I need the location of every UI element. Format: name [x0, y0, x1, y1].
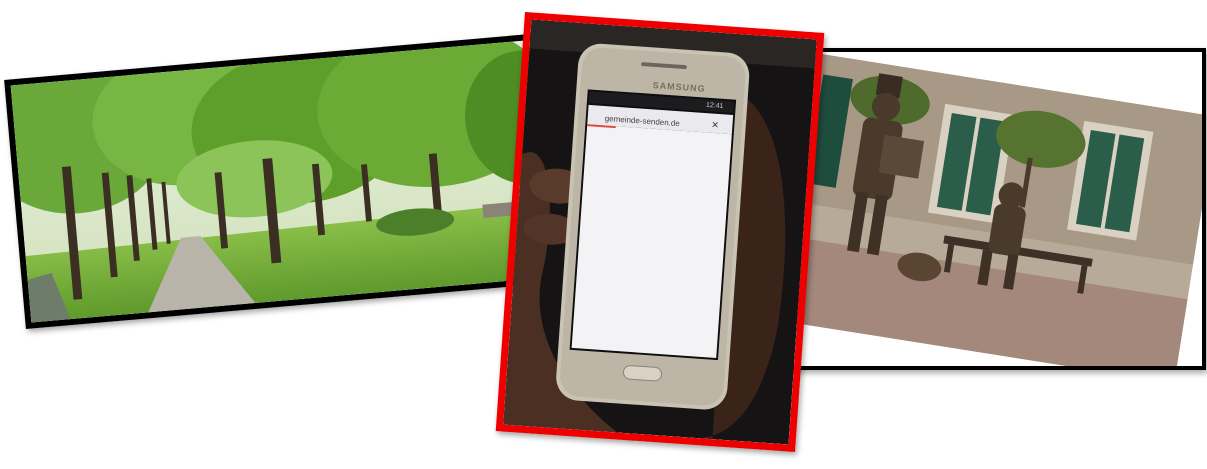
park-scene: [10, 39, 558, 323]
statue-scene-wrapper: [790, 52, 1202, 366]
phone-in-hand-photo: SAMSUNG 12:41 gemeinde-senden.de ×: [495, 12, 825, 452]
browser-tab-close-icon: ×: [711, 117, 720, 132]
phone-clock: 12:41: [705, 101, 724, 111]
park-avenue-photo: [4, 32, 564, 330]
bronze-statues-photo: [786, 48, 1206, 370]
statue-scene: [790, 52, 1202, 366]
